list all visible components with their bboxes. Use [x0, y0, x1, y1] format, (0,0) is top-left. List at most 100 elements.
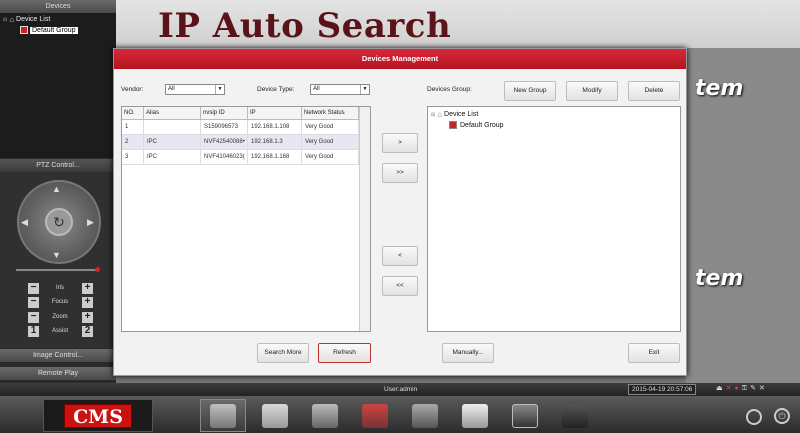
dropdown-arrow-icon: ▼: [360, 85, 369, 94]
ptz-down-arrow-icon[interactable]: ▼: [52, 250, 61, 260]
device-type-select[interactable]: All ▼: [310, 84, 370, 95]
table-row[interactable]: 3 IPC NVF41046023( 192.168.1.168 Very Go…: [122, 150, 370, 165]
column-header-network-status[interactable]: Network Status: [302, 107, 359, 120]
close-icon[interactable]: ✕: [759, 385, 768, 392]
cell-status: Very Good: [302, 150, 359, 165]
user-icon[interactable]: [562, 404, 588, 428]
record-icon[interactable]: ●: [735, 385, 742, 392]
search-more-button[interactable]: Search More: [257, 343, 309, 363]
group-tree-root-label: Device List: [444, 111, 479, 118]
pin-icon[interactable]: ✎: [750, 385, 759, 392]
add-all-button[interactable]: >>: [382, 163, 418, 183]
assist-label: Assist: [51, 328, 68, 334]
modify-button[interactable]: Modify: [566, 81, 618, 101]
focus-minus-button[interactable]: −: [28, 297, 39, 308]
datetime: 2015-04-19 20:57:06: [628, 384, 697, 395]
cell-nvsip-id: S159096573: [201, 120, 248, 135]
new-group-button[interactable]: New Group: [504, 81, 556, 101]
iris-plus-button[interactable]: +: [82, 283, 93, 294]
tree-child[interactable]: Default Group: [20, 26, 78, 34]
vendor-value: All: [168, 86, 175, 92]
ptz-auto-icon[interactable]: ↻: [45, 208, 73, 236]
devices-header[interactable]: Devices: [0, 0, 116, 13]
column-header-alias[interactable]: Alias: [144, 107, 201, 120]
tray-icons: ⏏✕●⚿✎✕: [716, 384, 768, 393]
background-brand-fragment: tem: [695, 76, 744, 101]
cell-alias: [144, 120, 201, 135]
dialog-title: Devices Management: [114, 49, 686, 69]
cell-status: Very Good: [302, 135, 359, 150]
home-icon: ⌂: [437, 110, 443, 119]
zoom-label: Zoom: [52, 314, 68, 320]
table-scrollbar[interactable]: [359, 107, 370, 331]
column-header-no[interactable]: NO.: [122, 107, 144, 120]
devices-management-dialog: Devices Management Vendor: All ▼ Device …: [113, 48, 687, 376]
dropdown-arrow-icon: ▼: [215, 85, 224, 94]
ptz-speed-handle[interactable]: [95, 267, 100, 272]
remove-one-button[interactable]: <: [382, 246, 418, 266]
settings-tools-icon[interactable]: [262, 404, 288, 428]
collapse-icon[interactable]: ⊟: [3, 17, 7, 23]
tree-root[interactable]: ⊟ ⌂ Device List: [3, 15, 50, 24]
background-brand-fragment: tem: [695, 266, 744, 291]
cms-logo-text: CMS: [64, 404, 132, 428]
manually-button[interactable]: Manually...: [442, 343, 494, 363]
assist-2-button[interactable]: 2: [82, 326, 93, 337]
cms-logo: CMS: [43, 399, 153, 432]
ptz-left-arrow-icon[interactable]: ◀: [21, 217, 28, 228]
tree-child-label: Default Group: [30, 26, 78, 34]
zoom-plus-button[interactable]: +: [82, 312, 93, 323]
snapshot-icon[interactable]: [462, 404, 488, 428]
ptz-right-arrow-icon[interactable]: ▶: [87, 217, 94, 228]
iris-label: Iris: [56, 285, 64, 291]
exit-button[interactable]: Exit: [628, 343, 680, 363]
background-title: IP Auto Search: [158, 6, 452, 46]
table-row[interactable]: 1 S159096573 192.168.1.108 Very Good: [122, 120, 370, 135]
device-table: NO. Alias nvsip ID IP Network Status 1 S…: [121, 106, 371, 332]
column-header-ip[interactable]: IP: [248, 107, 302, 120]
add-one-button[interactable]: >: [382, 133, 418, 153]
group-icon: [20, 26, 28, 34]
iris-minus-button[interactable]: −: [28, 283, 39, 294]
cell-nvsip-id: NVF41046023(: [201, 150, 248, 165]
ptz-speed-slider[interactable]: [16, 269, 98, 271]
image-control-header[interactable]: Image Control...: [0, 349, 116, 362]
cell-alias: IPC: [144, 135, 201, 150]
assist-1-button[interactable]: 1: [28, 326, 39, 337]
camera-alarm-icon[interactable]: [362, 404, 388, 428]
eject-icon[interactable]: ⏏: [716, 385, 726, 392]
table-row[interactable]: 2 IPC NVF42540088• 192.168.1.3 Very Good: [122, 135, 370, 150]
cell-status: Very Good: [302, 120, 359, 135]
user-status: User:admin: [384, 386, 418, 393]
device-tree: ⊟ ⌂ Device List Default Group: [0, 13, 116, 158]
delete-button[interactable]: Delete: [628, 81, 680, 101]
device-type-label: Device Type:: [257, 86, 295, 93]
power-icon[interactable]: ⏻: [774, 408, 790, 424]
remote-play-header[interactable]: Remote Play: [0, 367, 116, 380]
playback-icon[interactable]: [412, 404, 438, 428]
group-tree-root[interactable]: ⊟ ⌂ Device List: [431, 110, 478, 119]
focus-plus-button[interactable]: +: [82, 297, 93, 308]
cell-no: 1: [122, 120, 144, 135]
zoom-minus-button[interactable]: −: [28, 312, 39, 323]
ptz-control-header[interactable]: PTZ Control...: [0, 159, 116, 172]
focus-label: Focus: [51, 299, 69, 305]
cell-no: 3: [122, 150, 144, 165]
device-manager-icon: [210, 404, 236, 428]
group-tree-child-label: Default Group: [460, 121, 504, 129]
camera-icon[interactable]: [312, 404, 338, 428]
refresh-button[interactable]: Refresh: [318, 343, 371, 363]
monitor-icon[interactable]: [512, 404, 538, 428]
remove-all-button[interactable]: <<: [382, 276, 418, 296]
tree-root-label: Device List: [16, 16, 51, 23]
mute-icon[interactable]: ✕: [726, 385, 735, 392]
minimize-icon[interactable]: [746, 409, 762, 425]
vendor-select[interactable]: All ▼: [165, 84, 225, 95]
home-icon: ⌂: [9, 15, 15, 24]
group-tree-child[interactable]: Default Group: [449, 121, 504, 129]
group-tree: ⊟ ⌂ Device List Default Group: [427, 106, 681, 332]
lock-icon[interactable]: ⚿: [742, 385, 750, 392]
collapse-icon[interactable]: ⊟: [431, 112, 435, 118]
column-header-nvsip-id[interactable]: nvsip ID: [201, 107, 248, 120]
ptz-up-arrow-icon[interactable]: ▲: [52, 184, 61, 194]
